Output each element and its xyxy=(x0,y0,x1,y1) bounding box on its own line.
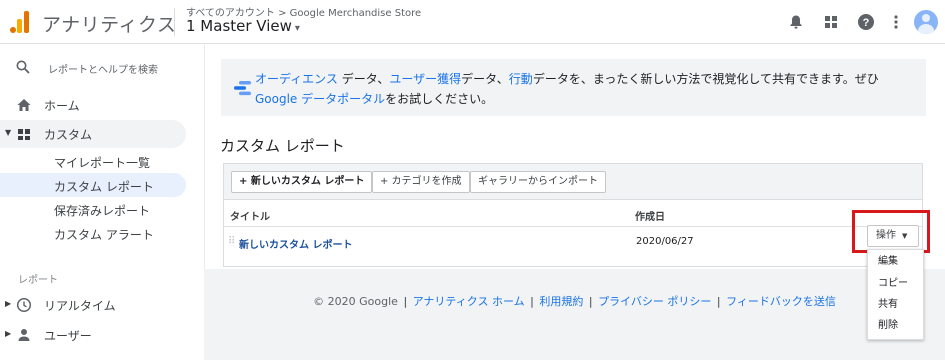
sidebar-item-label: ユーザー xyxy=(44,329,92,343)
sidebar: レポートとヘルプを検索 ホーム ▼ カスタム マイレポート一覧 カスタム レポー… xyxy=(0,45,204,360)
footer-separator: | xyxy=(716,295,721,308)
sidebar-subitem-label: カスタム アラート xyxy=(54,228,154,242)
new-custom-report-button[interactable]: + 新しいカスタム レポート xyxy=(231,171,373,193)
account-avatar[interactable] xyxy=(914,10,938,34)
menu-item-share[interactable]: 共有 xyxy=(868,295,923,315)
sidebar-subitem-saved-reports[interactable]: 保存済みレポート xyxy=(0,197,186,221)
sidebar-section-reports: レポート xyxy=(18,275,58,286)
sidebar-subitem-my-reports[interactable]: マイレポート一覧 xyxy=(0,149,186,173)
content-panel: オーディエンス データ、ユーザー獲得データ、行動データを、まったく新しい方法で視… xyxy=(204,45,945,269)
sidebar-subitem-custom-alerts[interactable]: カスタム アラート xyxy=(0,221,186,245)
page-title: カスタム レポート xyxy=(220,137,345,155)
column-header-created[interactable]: 作成日 xyxy=(635,208,665,223)
search-icon xyxy=(16,60,30,77)
menu-item-delete[interactable]: 削除 xyxy=(868,316,923,336)
create-category-button[interactable]: + カテゴリを作成 xyxy=(372,171,470,193)
menu-item-edit[interactable]: 編集 xyxy=(868,252,923,272)
sidebar-item-realtime[interactable]: ▶ リアルタイム xyxy=(0,291,186,319)
clock-icon xyxy=(16,297,32,313)
banner-text: オーディエンス データ、ユーザー獲得データ、行動データを、まったく新しい方法で視… xyxy=(255,69,915,109)
expand-caret-icon: ▼ xyxy=(5,128,12,137)
sidebar-item-custom[interactable]: ▼ カスタム xyxy=(0,120,186,148)
sidebar-item-label: ホーム xyxy=(44,99,80,113)
footer-link-feedback[interactable]: フィードバックを送信 xyxy=(726,295,836,308)
sidebar-item-user[interactable]: ▶ ユーザー xyxy=(0,321,186,349)
data-portal-link[interactable]: データポータル xyxy=(301,92,385,106)
sidebar-item-label: リアルタイム xyxy=(44,299,116,313)
banner-text-part: データを、まったく新しい方法で視覚化して共有できます。ぜひ xyxy=(532,72,879,86)
view-name: 1 Master View xyxy=(186,17,292,35)
footer-link-privacy[interactable]: プライバシー ポリシー xyxy=(598,295,711,308)
more-vert-icon[interactable] xyxy=(886,12,906,32)
footer-separator: | xyxy=(403,295,408,308)
footer-separator: | xyxy=(588,295,593,308)
sidebar-item-home[interactable]: ホーム xyxy=(0,91,186,119)
footer-link-analytics-home[interactable]: アナリティクス ホーム xyxy=(413,295,525,308)
expand-caret-icon: ▶ xyxy=(5,329,12,338)
audience-link[interactable]: オーディエンス xyxy=(255,72,338,86)
drag-handle-icon[interactable]: ⠿ xyxy=(228,236,235,247)
actions-label: 操作 xyxy=(876,230,896,241)
bell-icon[interactable] xyxy=(786,12,806,32)
analytics-logo-icon[interactable] xyxy=(10,11,30,33)
person-icon xyxy=(16,327,32,343)
expand-caret-icon: ▶ xyxy=(5,299,12,308)
report-created-date: 2020/06/27 xyxy=(636,236,694,247)
sidebar-item-label: カスタム xyxy=(44,128,93,142)
sidebar-subitem-label: マイレポート一覧 xyxy=(54,156,151,170)
import-gallery-button[interactable]: ギャラリーからインポート xyxy=(470,171,606,193)
app-title: アナリティクス xyxy=(42,14,177,36)
menu-item-copy[interactable]: コピー xyxy=(868,274,923,294)
apps-grid-icon[interactable] xyxy=(821,12,841,32)
sidebar-subitem-label: 保存済みレポート xyxy=(54,204,151,218)
footer-separator: | xyxy=(530,295,534,308)
table-toolbar: + 新しいカスタム レポート + カテゴリを作成 ギャラリーからインポート xyxy=(224,164,922,200)
sidebar-subitem-custom-reports[interactable]: カスタム レポート xyxy=(0,173,186,197)
banner-text-part: データ、 xyxy=(461,72,509,86)
sidebar-search[interactable]: レポートとヘルプを検索 xyxy=(0,53,204,83)
dashboard-grid-icon xyxy=(16,126,32,142)
banner-text-part: をお試しください。 xyxy=(385,92,494,106)
footer: © 2020 Google | アナリティクス ホーム | 利用規約 | プライ… xyxy=(204,293,945,309)
actions-button[interactable]: 操作 ▼ xyxy=(867,225,919,247)
sidebar-subitem-label: カスタム レポート xyxy=(54,180,154,194)
banner-text-part: データ、 xyxy=(337,72,390,86)
column-header-title[interactable]: タイトル xyxy=(230,208,270,223)
header-divider xyxy=(224,226,922,227)
data-studio-icon xyxy=(234,80,252,96)
help-icon[interactable]: ? xyxy=(856,12,876,32)
report-name-link[interactable]: 新しいカスタム レポート xyxy=(239,236,352,251)
main-content: オーディエンス データ、ユーザー獲得データ、行動データを、まったく新しい方法で視… xyxy=(204,45,945,360)
header-divider xyxy=(174,8,175,36)
actions-dropdown-menu: 編集 コピー 共有 削除 xyxy=(867,249,924,340)
home-icon xyxy=(16,97,32,113)
behavior-link[interactable]: 行動 xyxy=(509,72,533,86)
view-selector[interactable]: 1 Master View ▾ xyxy=(186,17,300,35)
top-header: アナリティクス すべてのアカウント > Google Merchandise S… xyxy=(0,0,945,44)
chevron-down-icon: ▾ xyxy=(294,23,300,34)
data-studio-banner: オーディエンス データ、ユーザー獲得データ、行動データを、まったく新しい方法で視… xyxy=(221,59,926,116)
data-portal-google-link[interactable]: Google xyxy=(255,92,301,106)
acquisition-link[interactable]: ユーザー獲得 xyxy=(389,72,461,86)
copyright: © 2020 Google xyxy=(313,295,398,308)
svg-text:?: ? xyxy=(863,17,870,29)
caret-down-icon: ▼ xyxy=(902,232,908,240)
search-placeholder: レポートとヘルプを検索 xyxy=(48,65,158,76)
custom-reports-table: + 新しいカスタム レポート + カテゴリを作成 ギャラリーからインポート タイ… xyxy=(223,163,923,267)
footer-link-terms[interactable]: 利用規約 xyxy=(539,295,583,308)
